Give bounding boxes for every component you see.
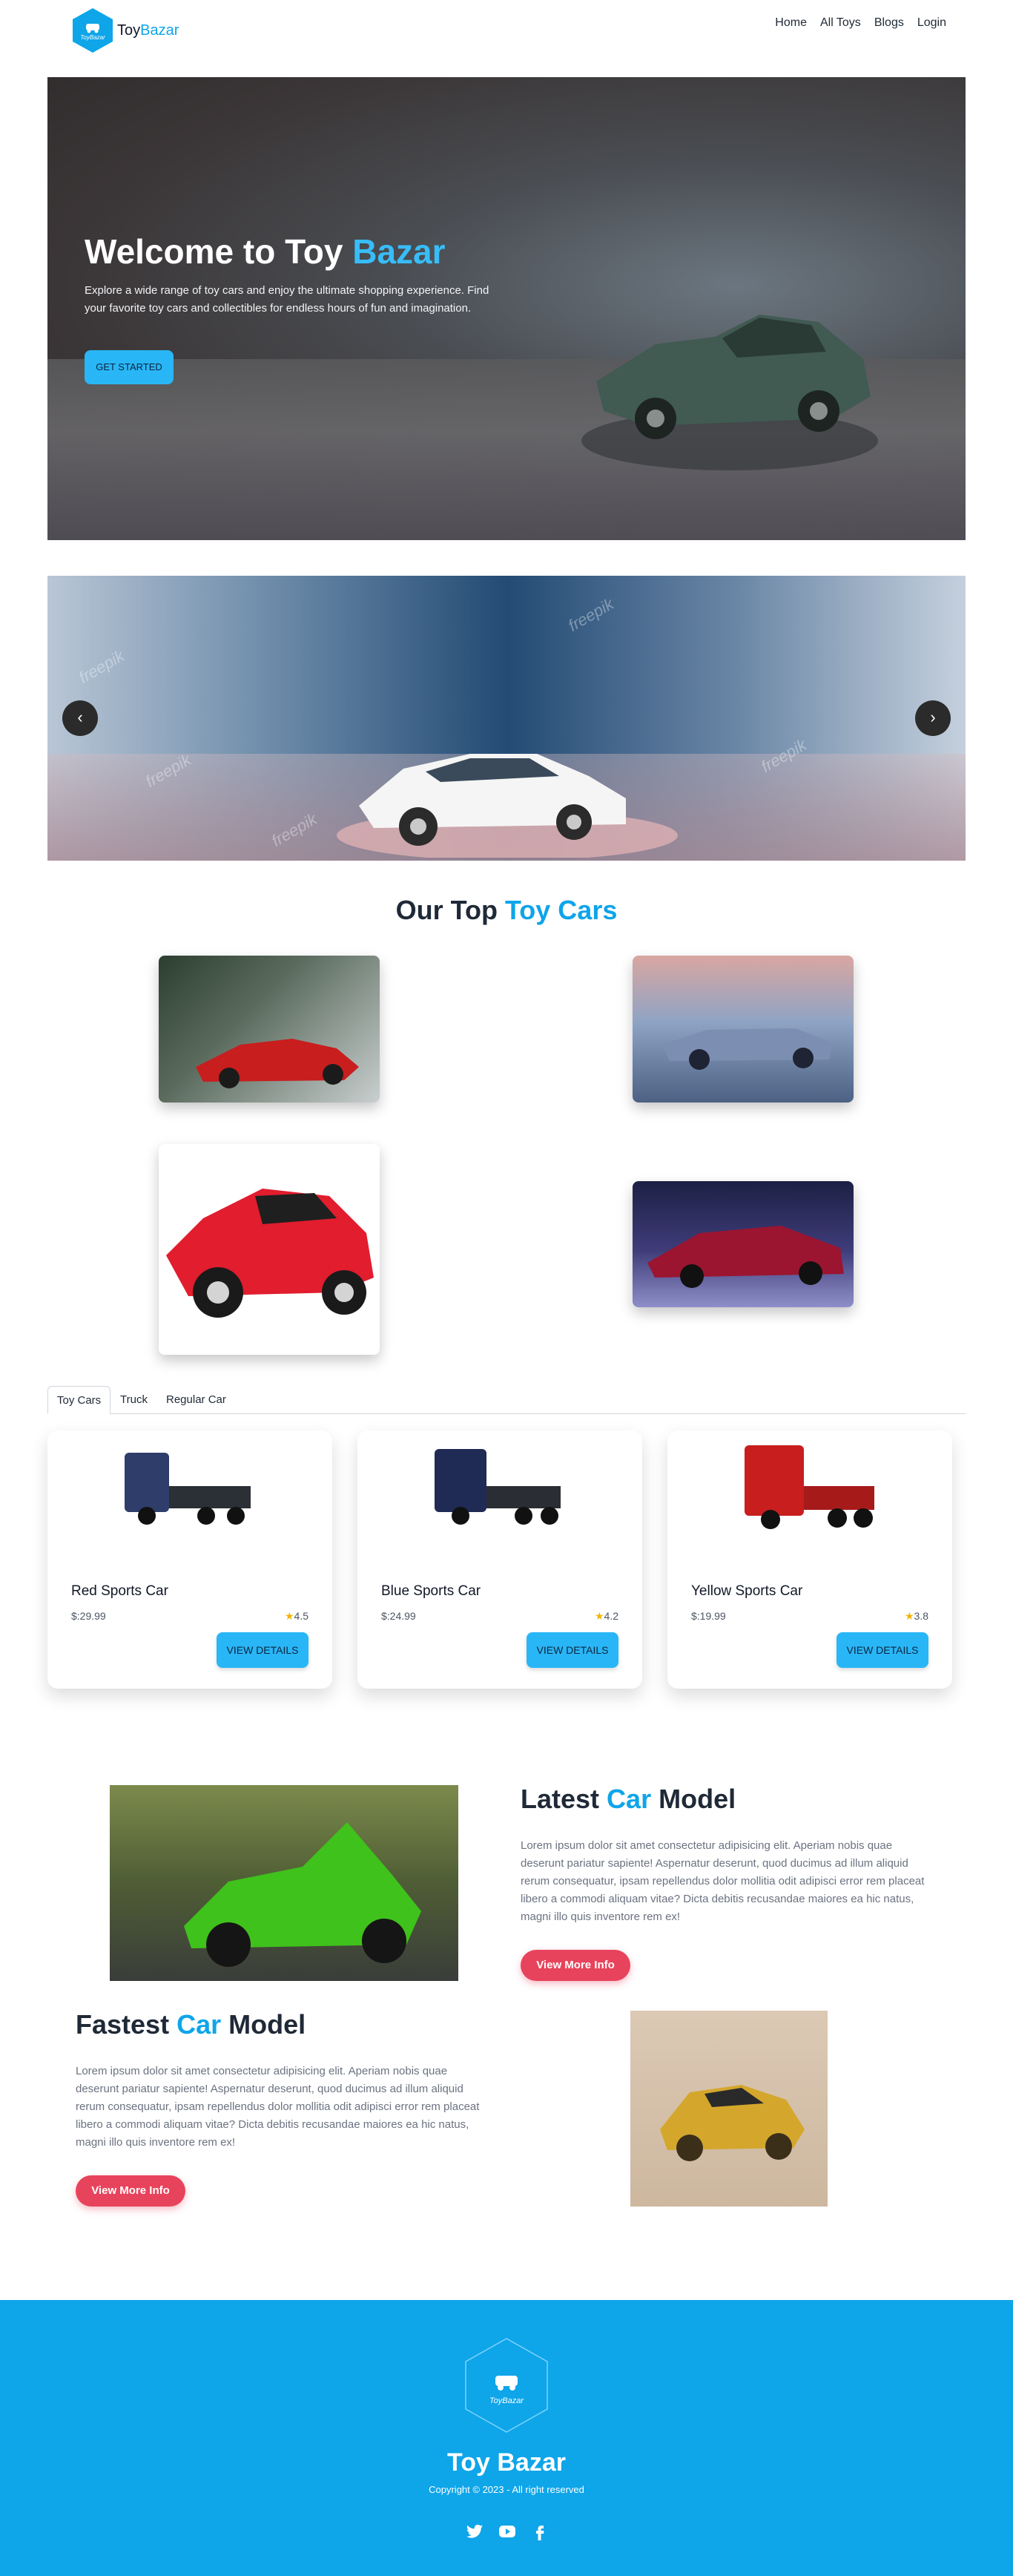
- nav-link-all-toys[interactable]: All Toys: [820, 16, 861, 30]
- main-menu: Home All Toys Blogs Login: [775, 16, 946, 30]
- category-tabs: Toy Cars Truck Regular Car: [47, 1386, 966, 1414]
- top-cars-title-main: Our Top: [395, 895, 498, 925]
- view-details-button[interactable]: VIEW DETAILS: [837, 1632, 928, 1668]
- tab-toy-cars[interactable]: Toy Cars: [47, 1386, 111, 1414]
- fastest-title-main: Fastest: [76, 2009, 170, 2040]
- hero-banner: Welcome to Toy Bazar Explore a wide rang…: [47, 77, 966, 540]
- product-rating: ★4.5: [285, 1610, 308, 1623]
- youtube-icon[interactable]: [498, 2523, 516, 2540]
- latest-view-more-button[interactable]: View More Info: [521, 1950, 630, 1981]
- image-carousel: freepik freepik freepik freepik freepik …: [47, 576, 966, 861]
- site-logo[interactable]: ToyBazar ToyBazar: [71, 7, 179, 53]
- twitter-icon[interactable]: [466, 2523, 484, 2540]
- latest-title-accent: Car: [607, 1784, 652, 1814]
- latest-title-end: Model: [659, 1784, 736, 1814]
- footer-copyright: Copyright © 2023 - All right reserved: [429, 2484, 584, 2495]
- product-rating-value: 4.5: [294, 1610, 308, 1622]
- nav-link-blogs[interactable]: Blogs: [874, 16, 904, 30]
- hero-title: Welcome to Toy Bazar: [85, 231, 446, 272]
- get-started-button[interactable]: GET STARTED: [85, 350, 174, 384]
- product-rating: ★4.2: [595, 1610, 618, 1623]
- product-rating: ★3.8: [905, 1610, 928, 1623]
- product-price: $:19.99: [691, 1610, 726, 1622]
- view-details-button[interactable]: VIEW DETAILS: [217, 1632, 308, 1668]
- fastest-title-accent: Car: [176, 2009, 222, 2040]
- product-price: $:24.99: [381, 1610, 416, 1622]
- carousel-next-button[interactable]: ›: [915, 700, 951, 736]
- product-rating-value: 3.8: [914, 1610, 928, 1622]
- hero-title-main: Welcome to Toy: [85, 232, 343, 271]
- fastest-view-more-button[interactable]: View More Info: [76, 2175, 185, 2207]
- view-details-button[interactable]: VIEW DETAILS: [527, 1632, 618, 1668]
- footer-title: Toy Bazar: [447, 2448, 566, 2477]
- logo-text: ToyBazar: [117, 22, 179, 39]
- tab-regular-car[interactable]: Regular Car: [157, 1386, 235, 1414]
- product-card: Yellow Sports Car $:19.99 ★3.8 VIEW DETA…: [667, 1430, 952, 1689]
- hero-title-accent: Bazar: [352, 232, 446, 271]
- latest-model-image: [110, 1785, 458, 1981]
- top-cars-title: Our Top Toy Cars: [0, 895, 1013, 926]
- hero-toy-car-image: [581, 315, 878, 470]
- latest-model-title: Latest Car Model: [521, 1784, 736, 1815]
- product-card: Blue Sports Car $:24.99 ★4.2 VIEW DETAIL…: [357, 1430, 642, 1689]
- carousel-watermark: freepik: [564, 594, 617, 635]
- hero-subtitle: Explore a wide range of toy cars and enj…: [85, 284, 489, 315]
- footer-logo-mini-text: ToyBazar: [489, 2396, 524, 2405]
- gallery-image-blue-convertible[interactable]: [633, 956, 854, 1103]
- product-name: Red Sports Car: [71, 1583, 168, 1599]
- logo-text-accent: Bazar: [140, 22, 179, 39]
- social-links: [466, 2523, 549, 2540]
- logo-mini-text: ToyBazar: [80, 34, 105, 41]
- star-icon: ★: [594, 1610, 604, 1622]
- footer-logo-hexagon-icon: [465, 2338, 548, 2433]
- product-rating-value: 4.2: [604, 1610, 618, 1622]
- product-image-truck: [745, 1445, 874, 1529]
- top-cars-title-accent: Toy Cars: [504, 895, 618, 925]
- logo-text-main: Toy: [117, 22, 141, 39]
- latest-model-description: Lorem ipsum dolor sit amet consectetur a…: [521, 1839, 925, 1923]
- star-icon: ★: [904, 1610, 914, 1622]
- footer: ToyBazar Toy Bazar Copyright © 2023 - Al…: [0, 2300, 1013, 2576]
- star-icon: ★: [284, 1610, 294, 1622]
- nav-link-login[interactable]: Login: [917, 16, 946, 30]
- fastest-model-description: Lorem ipsum dolor sit amet consectetur a…: [76, 2065, 480, 2149]
- gallery-image-red-mercedes-toy[interactable]: [159, 1144, 380, 1355]
- carousel-toy-car-in-hands-image: [337, 754, 678, 858]
- facebook-icon[interactable]: [531, 2523, 549, 2540]
- product-image-truck: [435, 1449, 561, 1525]
- product-card: Red Sports Car $:29.99 ★4.5 VIEW DETAILS: [47, 1430, 332, 1689]
- product-name: Blue Sports Car: [381, 1583, 481, 1599]
- product-image-truck: [125, 1453, 251, 1525]
- carousel-prev-button[interactable]: ‹: [62, 700, 98, 736]
- footer-logo[interactable]: ToyBazar: [463, 2337, 550, 2437]
- nav-link-home[interactable]: Home: [775, 16, 807, 30]
- logo-hexagon-icon: ToyBazar: [71, 7, 114, 53]
- product-price: $:29.99: [71, 1610, 106, 1622]
- gallery-image-red-concept-car[interactable]: [633, 1181, 854, 1307]
- tab-truck[interactable]: Truck: [111, 1386, 156, 1414]
- fastest-model-image: [630, 2011, 828, 2207]
- top-navbar: ToyBazar ToyBazar Home All Toys Blogs Lo…: [0, 0, 1013, 53]
- gallery-image-red-ferrari[interactable]: [159, 956, 380, 1103]
- carousel-watermark: freepik: [75, 646, 128, 687]
- product-name: Yellow Sports Car: [691, 1583, 803, 1599]
- fastest-title-end: Model: [228, 2009, 306, 2040]
- fastest-model-title: Fastest Car Model: [76, 2009, 306, 2040]
- latest-title-main: Latest: [521, 1784, 600, 1814]
